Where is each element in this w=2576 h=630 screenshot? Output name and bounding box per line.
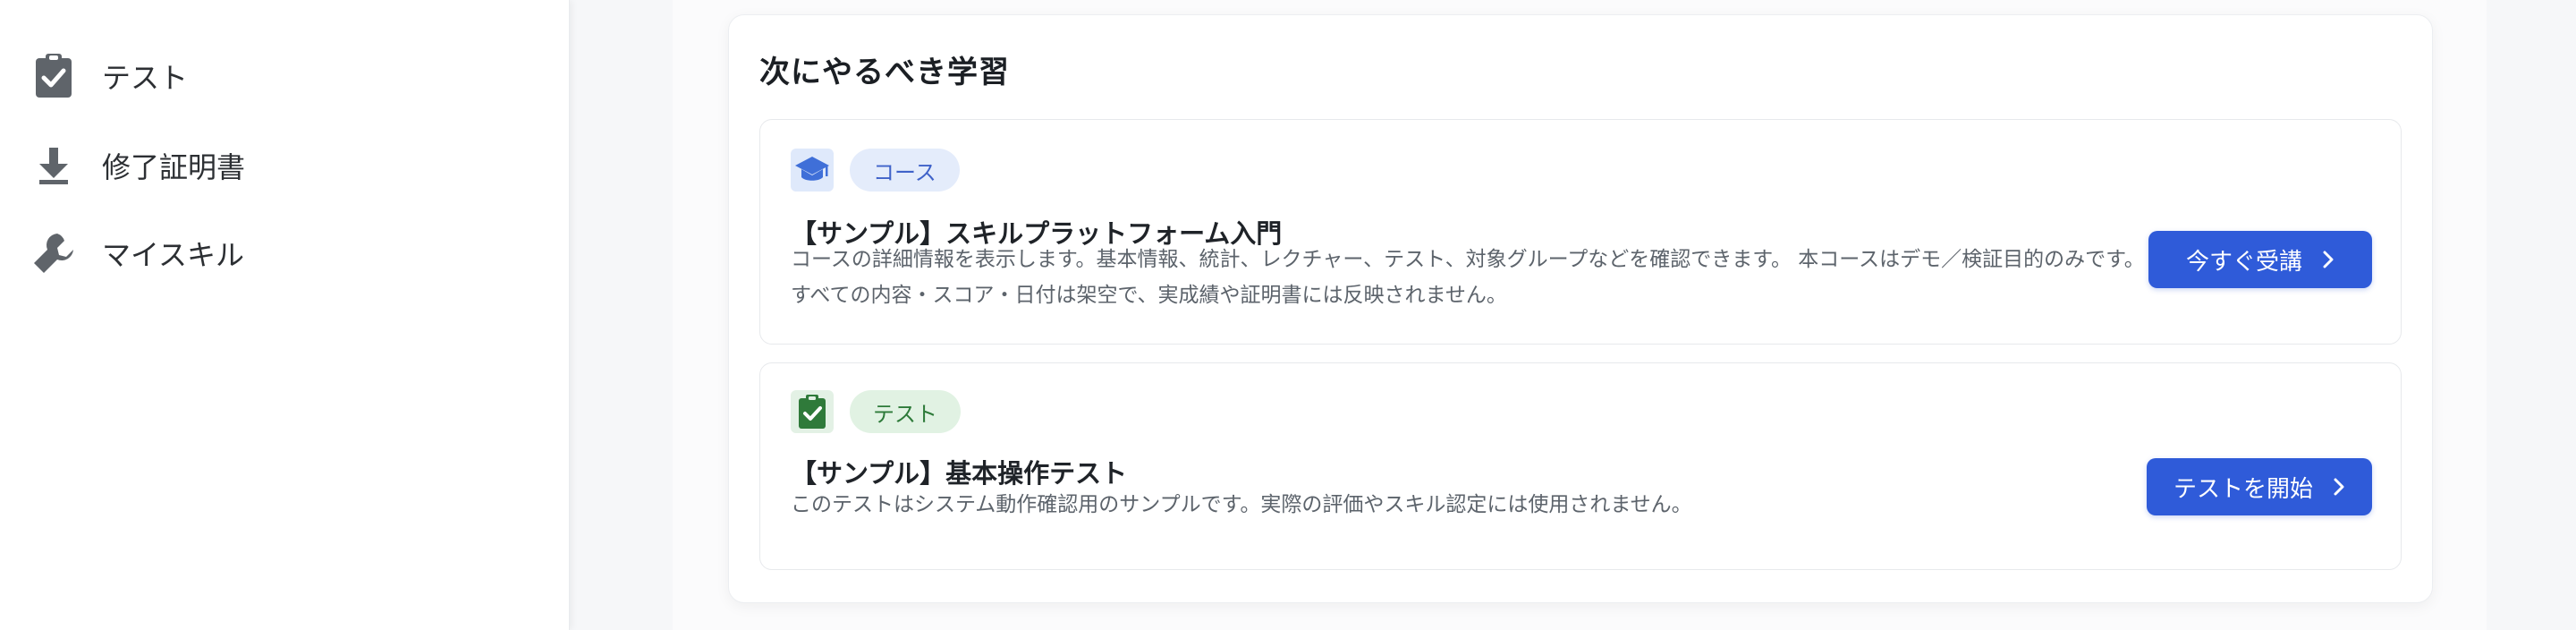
download-icon (29, 140, 79, 191)
start-test-button[interactable]: テストを開始 (2147, 458, 2372, 515)
chevron-right-icon (2333, 478, 2345, 496)
shield-icon (36, 0, 72, 9)
graduation-cap-icon (791, 149, 834, 192)
card-badge-row: コース (791, 149, 960, 192)
chevron-right-icon (2322, 251, 2334, 268)
card-title: 【サンプル】基本操作テスト (791, 458, 1128, 489)
sidebar-item-test[interactable]: テスト (0, 36, 569, 116)
button-label: テストを開始 (2173, 474, 2313, 502)
card-description: このテストはシステム動作確認用のサンプルです。実際の評価やスキル認定には使用され… (791, 493, 1692, 516)
wrench-icon (29, 228, 79, 278)
button-label: 今すぐ受講 (2185, 247, 2302, 275)
card-description: コースの詳細情報を表示します。基本情報、統計、レクチャー、テスト、対象グループな… (791, 248, 2145, 307)
learning-card-test: テスト 【サンプル】基本操作テスト このテストはシステム動作確認用のサンプルです… (759, 362, 2402, 570)
start-course-button[interactable]: 今すぐ受講 (2148, 231, 2372, 288)
next-learning-panel: 次にやるべき学習 コース 【サンプル】スキルプラットフォーム入門 コースの詳細情… (728, 14, 2433, 603)
sidebar-item-label: マイスキル (102, 238, 245, 272)
learning-card-course: コース 【サンプル】スキルプラットフォーム入門 コースの詳細情報を表示します。基… (759, 119, 2402, 345)
type-tag: テスト (850, 390, 961, 433)
type-tag: コース (850, 149, 960, 192)
clipboard-check-icon (791, 390, 834, 433)
clipboard-check-icon (29, 51, 79, 101)
sidebar: テスト 修了証明書 マイスキル (0, 0, 570, 630)
panel-title: 次にやるべき学習 (759, 55, 1010, 90)
card-badge-row: テスト (791, 390, 961, 433)
app-root: テスト 修了証明書 マイスキル 次にやるべき学習 コース 【サンプル】スキルプラ… (0, 0, 2576, 630)
sidebar-item-certificate[interactable]: 修了証明書 (0, 125, 569, 206)
sidebar-item-my-skills[interactable]: マイスキル (0, 213, 569, 294)
sidebar-item-label: テスト (102, 61, 189, 95)
sidebar-item-label: 修了証明書 (102, 150, 246, 184)
